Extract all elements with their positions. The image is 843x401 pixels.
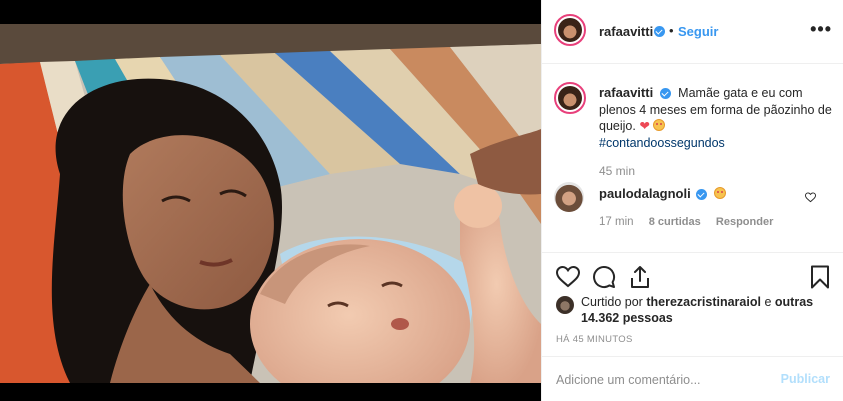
heart-icon[interactable] xyxy=(556,265,580,289)
verified-badge-icon xyxy=(659,88,671,100)
photo-letterbox-bottom xyxy=(0,383,541,401)
smiling-face-with-hearts-emoji-icon xyxy=(653,119,666,131)
verified-badge-icon xyxy=(654,26,665,37)
caption-timestamp[interactable]: 45 min xyxy=(599,164,635,178)
share-icon[interactable] xyxy=(628,265,652,289)
hashtag-link[interactable]: #contandoossegundos xyxy=(599,136,725,150)
red-heart-emoji-icon: ❤ xyxy=(639,119,650,133)
add-comment-bar: Publicar xyxy=(542,356,843,401)
liker-avatar[interactable] xyxy=(556,296,574,314)
more-options-icon[interactable]: ••• xyxy=(810,20,832,38)
comment-like-heart-icon[interactable] xyxy=(805,192,816,203)
separator-dot: • xyxy=(669,23,674,38)
liker-username[interactable]: therezacristinaraiol xyxy=(646,295,761,309)
caption-text: rafaavitti Mamãe gata e eu com plenos 4 … xyxy=(599,85,832,151)
author-username[interactable]: rafaavitti xyxy=(599,24,653,39)
bookmark-icon[interactable] xyxy=(808,265,832,289)
commenter-username[interactable]: paulodalagnoli xyxy=(599,186,691,201)
verified-badge-icon xyxy=(696,189,708,201)
comment-likes-count[interactable]: 8 curtidas xyxy=(649,216,701,228)
likes-text: Curtido por therezacristinaraiol e outra… xyxy=(556,294,836,326)
reply-button[interactable]: Responder xyxy=(716,216,773,228)
comments-list: rafaavitti Mamãe gata e eu com plenos 4 … xyxy=(542,64,843,252)
comment-text: paulodalagnoli xyxy=(599,186,726,201)
comment-timestamp[interactable]: 17 min xyxy=(599,216,634,228)
photo-letterbox-top xyxy=(0,0,541,24)
commenter-avatar[interactable] xyxy=(554,182,584,212)
smiling-face-with-hearts-emoji-icon xyxy=(713,187,726,199)
likes-connector: e xyxy=(764,295,772,309)
mother-and-baby-photo xyxy=(0,24,541,383)
liked-by-prefix: Curtido por xyxy=(581,295,643,309)
post-side-panel: rafaavitti • Seguir ••• rafaavitti Mamãe… xyxy=(541,0,843,401)
comment-meta: 17 min 8 curtidas Responder xyxy=(599,216,785,228)
likes-summary: Curtido por therezacristinaraiol e outra… xyxy=(556,294,836,326)
post-header: rafaavitti • Seguir ••• xyxy=(542,0,843,64)
caption-author-username[interactable]: rafaavitti xyxy=(599,85,653,100)
post-photo[interactable] xyxy=(0,0,541,401)
comment-input[interactable] xyxy=(556,371,776,389)
action-bar xyxy=(542,252,843,300)
follow-button[interactable]: Seguir xyxy=(678,24,718,39)
comment-icon[interactable] xyxy=(592,265,616,289)
author-avatar[interactable] xyxy=(554,14,586,46)
caption-author-avatar[interactable] xyxy=(554,82,586,114)
posted-time[interactable]: HÁ 45 MINUTOS xyxy=(556,334,633,345)
publish-comment-button[interactable]: Publicar xyxy=(781,372,830,386)
